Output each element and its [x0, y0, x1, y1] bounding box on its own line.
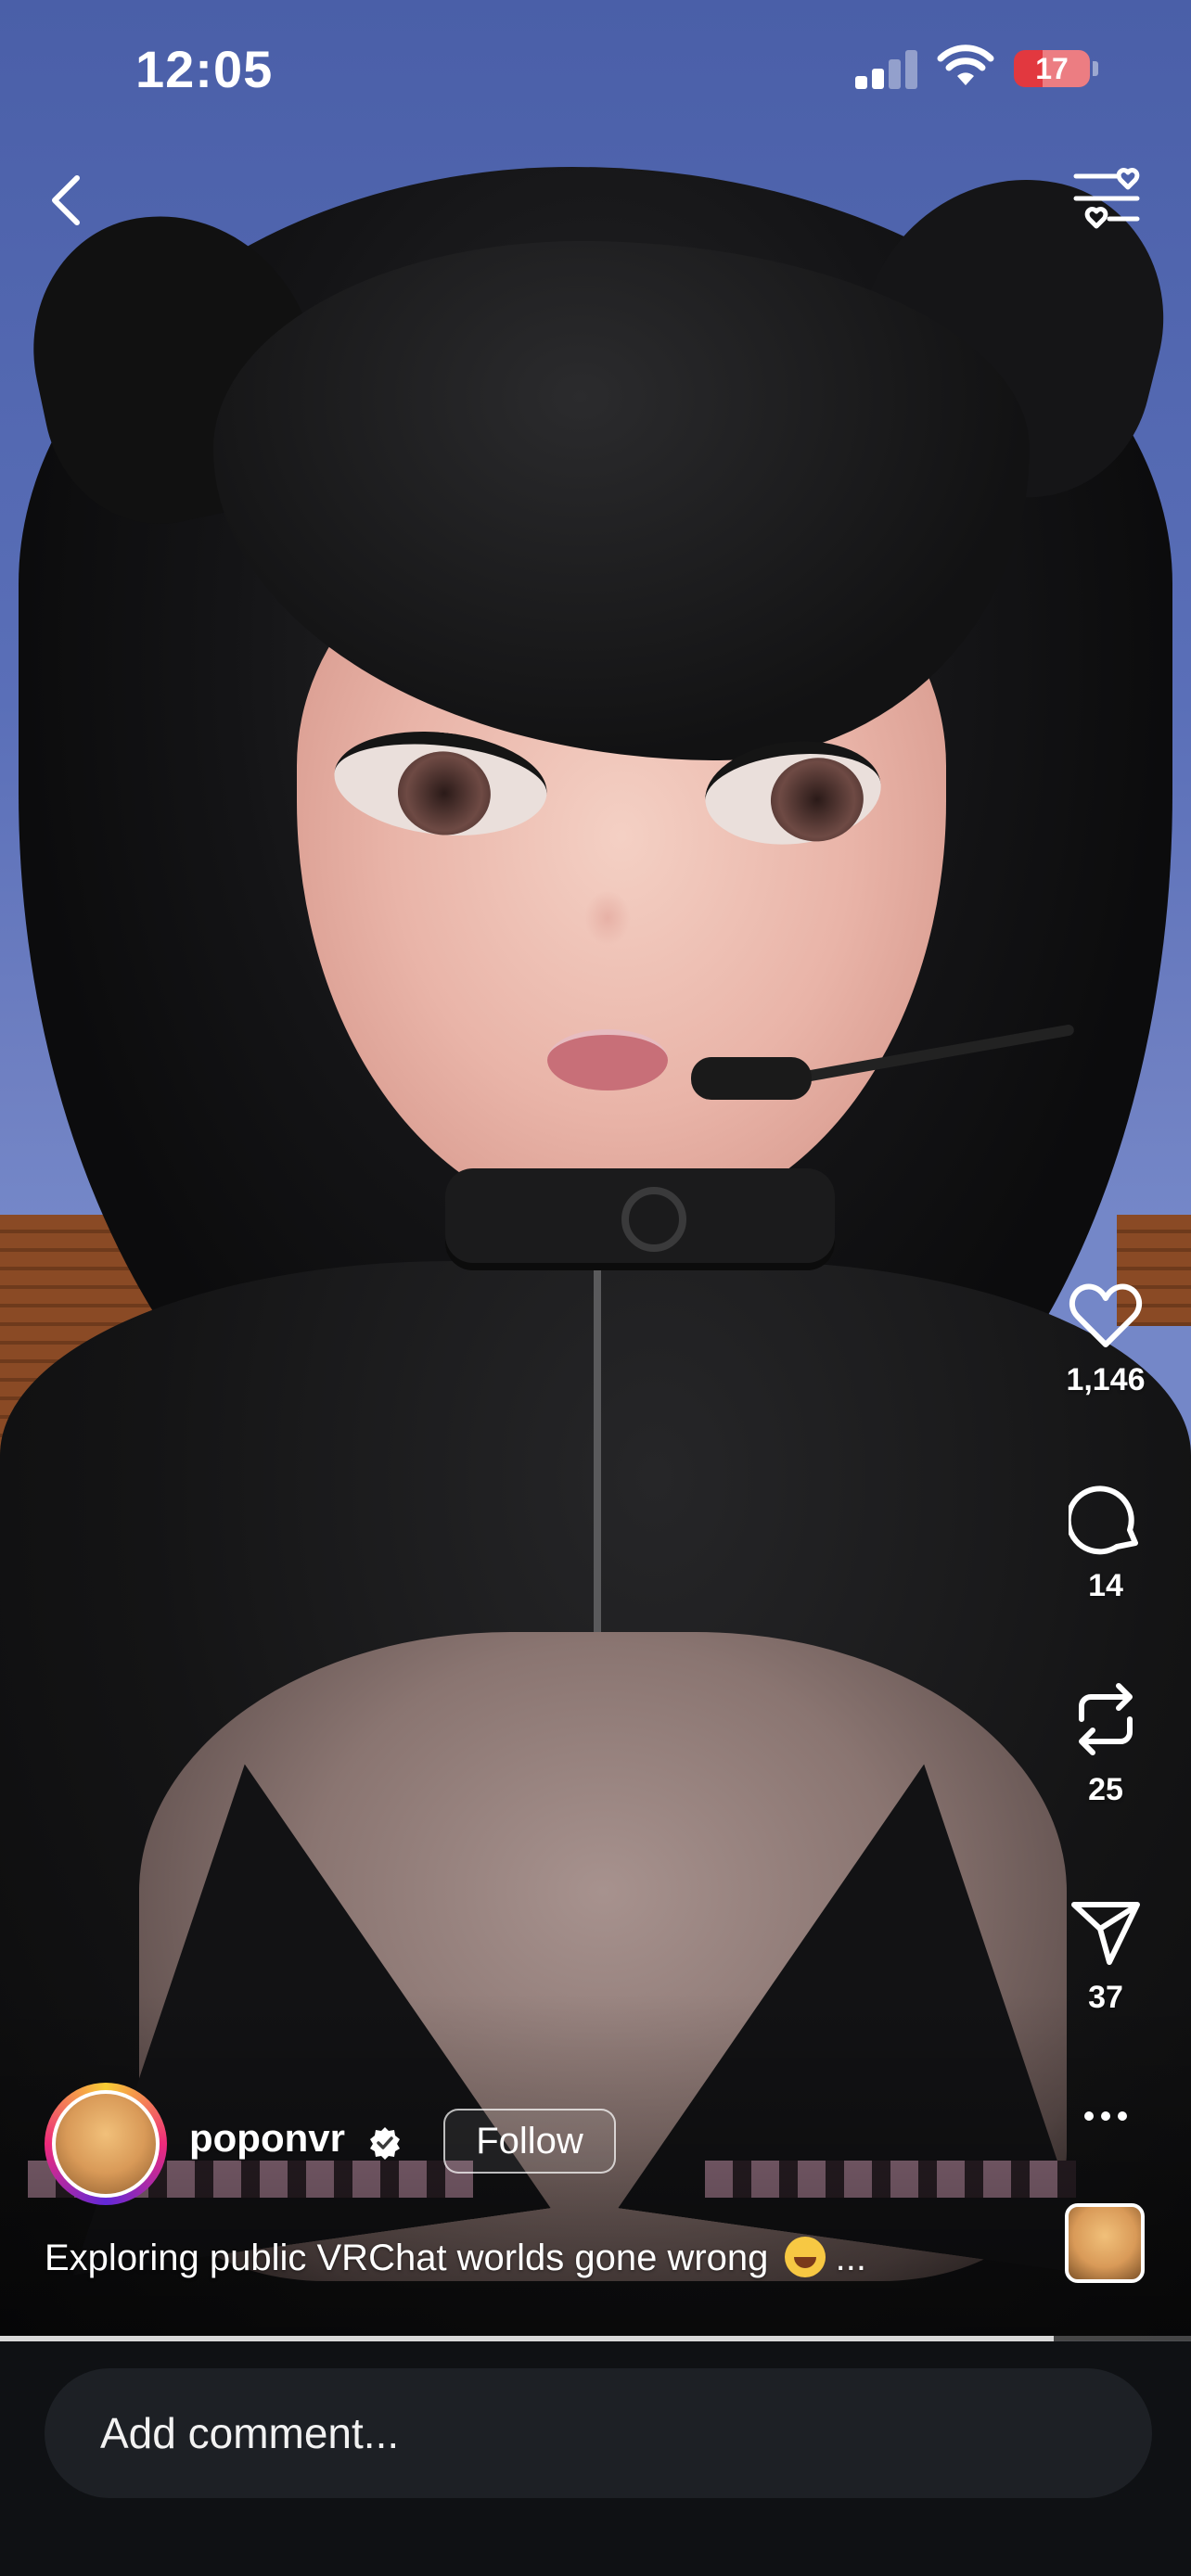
verified-badge-icon — [370, 2127, 400, 2160]
caption-more[interactable]: ... — [836, 2238, 866, 2278]
battery-icon: 17 — [1014, 50, 1090, 87]
battery-level: 17 — [1035, 52, 1069, 85]
avatar-collar — [445, 1168, 835, 1270]
profile-avatar[interactable] — [45, 2083, 167, 2205]
audio-thumbnail[interactable] — [1065, 2203, 1145, 2283]
repost-icon — [1079, 1683, 1133, 1755]
avatar-nose — [584, 890, 631, 946]
share-count: 37 — [1088, 1980, 1123, 2015]
jacket-zipper — [594, 1261, 601, 1651]
like-button[interactable]: 1,146 — [1050, 1282, 1161, 1398]
username[interactable]: poponvr — [189, 2116, 345, 2161]
heart-sliders-icon — [1073, 168, 1140, 229]
content-preferences-button[interactable] — [1063, 165, 1148, 239]
comment-bubble-icon — [1065, 1486, 1138, 1555]
headset-mic — [691, 1057, 812, 1100]
like-count: 1,146 — [1066, 1362, 1146, 1397]
post-caption[interactable]: Exploring public VRChat worlds gone wron… — [45, 2237, 866, 2279]
comment-count: 14 — [1088, 1568, 1123, 1603]
battery-cap — [1093, 61, 1098, 76]
chevron-left-icon — [52, 175, 80, 225]
caption-text: Exploring public VRChat worlds gone wron… — [45, 2238, 769, 2278]
more-horizontal-icon — [1084, 2111, 1094, 2121]
heart-icon — [1069, 1283, 1142, 1347]
avatar-mouth — [547, 1029, 668, 1090]
more-options-button[interactable] — [1069, 2096, 1143, 2136]
follow-button[interactable]: Follow — [443, 2109, 616, 2174]
comment-button[interactable]: 14 — [1050, 1482, 1161, 1604]
cellular-signal-icon — [855, 46, 920, 89]
status-time: 12:05 — [135, 40, 274, 98]
paper-plane-icon — [1071, 1902, 1140, 1965]
wifi-icon — [937, 45, 994, 85]
share-button[interactable]: 37 — [1050, 1897, 1161, 2016]
back-button[interactable] — [33, 165, 98, 236]
add-comment-placeholder: Add comment... — [100, 2409, 400, 2457]
repost-count: 25 — [1088, 1772, 1123, 1807]
reel-video[interactable] — [0, 0, 1191, 2340]
laughing-tears-emoji — [784, 2237, 826, 2277]
add-comment-input[interactable]: Add comment... — [45, 2368, 1152, 2498]
repost-button[interactable]: 25 — [1050, 1678, 1161, 1808]
